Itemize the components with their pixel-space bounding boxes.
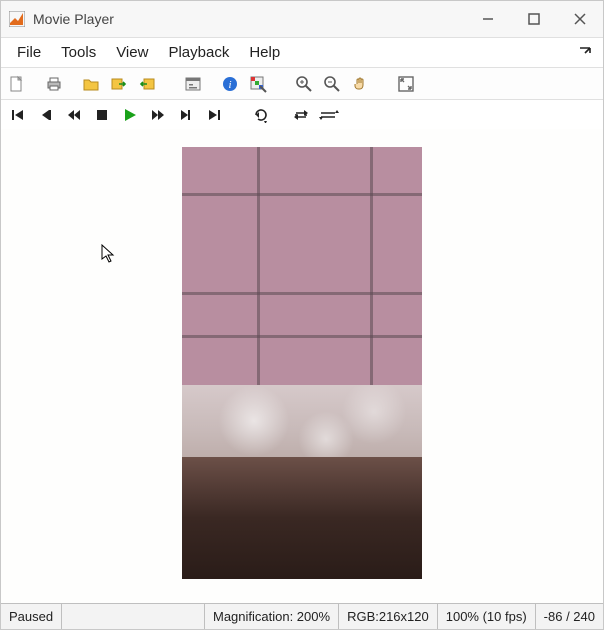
video-display-area[interactable] [1,129,603,603]
close-button[interactable] [557,1,603,37]
grid-line [182,292,422,295]
print-button[interactable] [42,72,66,96]
step-forward-button[interactable] [175,104,197,126]
grid-line [182,193,422,196]
status-spacer [62,604,205,629]
menu-playback[interactable]: Playback [158,39,239,66]
zoom-out-button[interactable] [320,72,344,96]
titlebar: Movie Player [1,1,603,37]
menu-tools[interactable]: Tools [51,39,106,66]
pixel-region-button[interactable] [246,72,270,96]
pan-button[interactable] [348,72,372,96]
menubar: File Tools View Playback Help [1,37,603,67]
mouse-cursor-icon [101,244,115,264]
info-button[interactable]: i [218,72,242,96]
window-title: Movie Player [33,11,114,27]
playback-toolbar [1,99,603,129]
svg-text:i: i [228,79,231,91]
fit-window-button[interactable] [394,72,418,96]
jump-to-button[interactable] [251,104,273,126]
water-region [182,457,422,579]
step-back-button[interactable] [35,104,57,126]
status-frame: -86 / 240 [536,604,603,629]
export-workspace-button[interactable] [107,72,131,96]
import-workspace-button[interactable] [135,72,159,96]
grid-line [182,335,422,338]
maximize-button[interactable] [511,1,557,37]
main-toolbar: i [1,67,603,99]
window: Movie Player File Tools View Playback He… [0,0,604,630]
status-format: RGB:216x120 [339,604,438,629]
open-folder-button[interactable] [79,72,103,96]
menu-help[interactable]: Help [239,39,290,66]
stop-button[interactable] [91,104,113,126]
fast-forward-button[interactable] [147,104,169,126]
menu-file[interactable]: File [7,39,51,66]
go-first-button[interactable] [7,104,29,126]
dock-button[interactable] [573,42,597,64]
status-magnification: Magnification: 200% [205,604,339,629]
go-last-button[interactable] [203,104,225,126]
ab-repeat-button[interactable] [318,104,340,126]
menu-view[interactable]: View [106,39,158,66]
repeat-button[interactable] [290,104,312,126]
video-frame [182,147,422,579]
play-button[interactable] [119,104,141,126]
statusbar: Paused Magnification: 200% RGB:216x120 1… [1,603,603,629]
status-state: Paused [1,604,62,629]
minimize-button[interactable] [465,1,511,37]
status-rate: 100% (10 fps) [438,604,536,629]
zoom-in-button[interactable] [292,72,316,96]
new-file-button[interactable] [5,72,29,96]
video-info-button[interactable] [181,72,205,96]
rewind-button[interactable] [63,104,85,126]
matlab-app-icon [9,11,25,27]
